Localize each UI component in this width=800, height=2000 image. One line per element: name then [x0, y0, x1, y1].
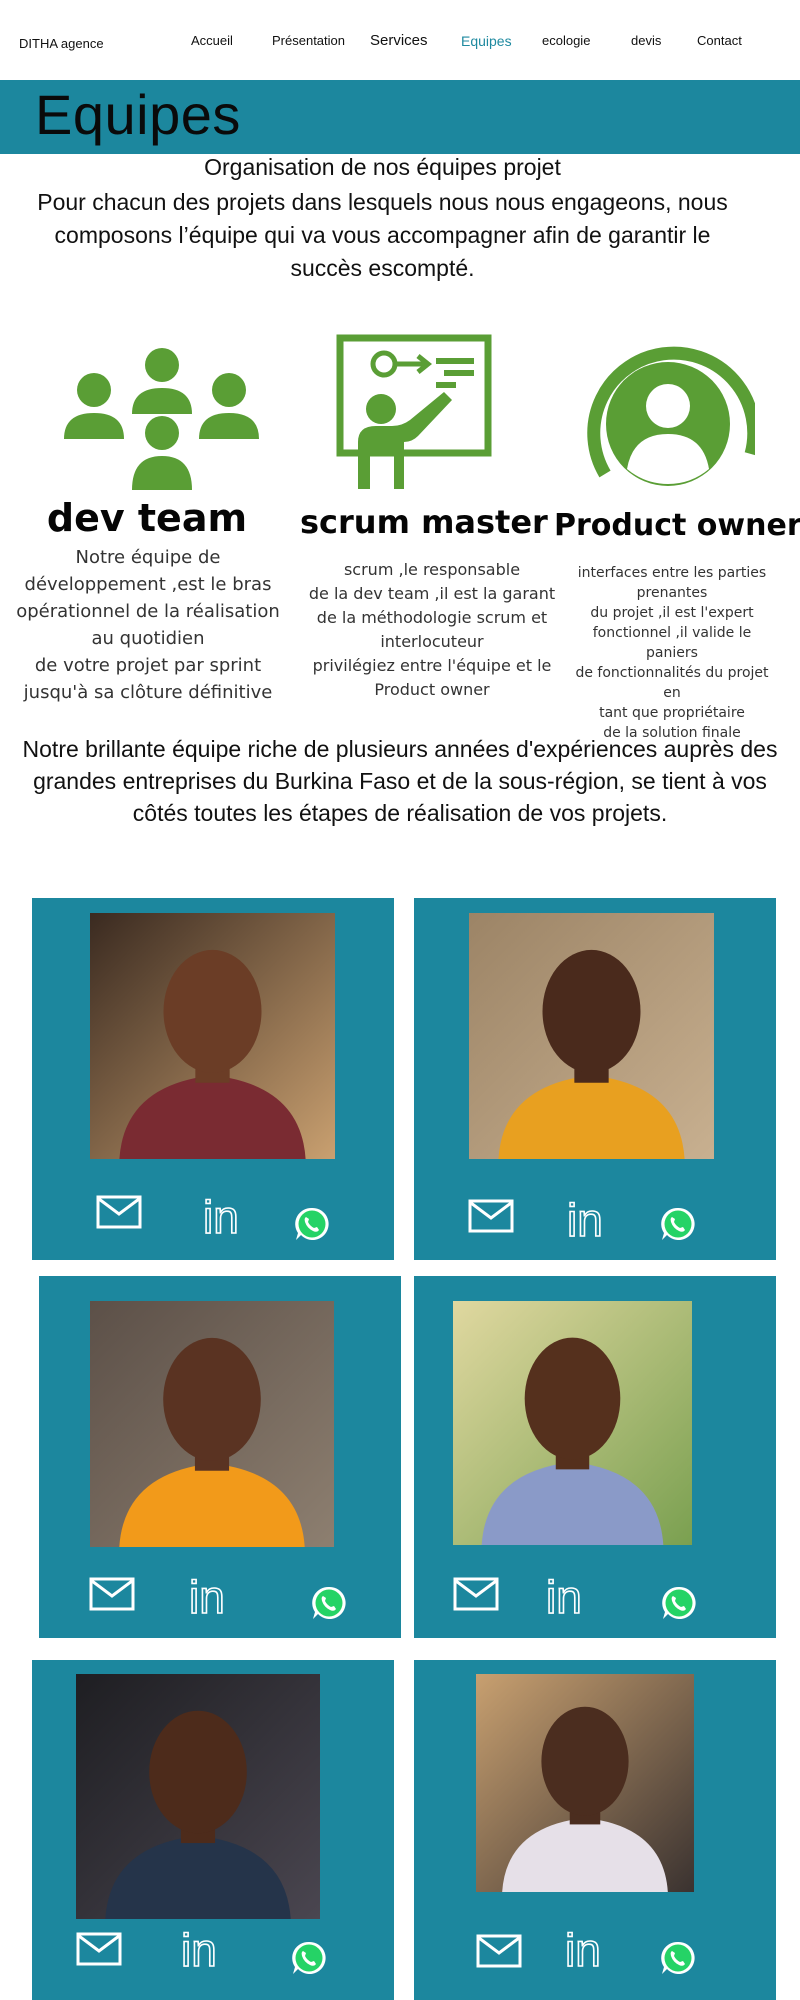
linkedin-icon[interactable]: in	[188, 1570, 239, 1624]
role-line: du projet ,il est l'expert	[590, 605, 754, 621]
mail-icon[interactable]	[476, 1934, 522, 1973]
svg-text:in: in	[565, 1926, 601, 1972]
role-line: de la dev team ,il est la garant	[308, 584, 556, 603]
whatsapp-icon[interactable]	[660, 1940, 696, 1981]
role-line: au quotidien	[91, 628, 205, 649]
mail-icon[interactable]	[89, 1577, 135, 1616]
whatsapp-icon[interactable]	[291, 1940, 327, 1981]
role-line: opérationnel de la réalisation	[16, 601, 280, 622]
role-description-dev-team: Notre équipe de développement ,est le br…	[14, 544, 282, 706]
nav-link-ecologie[interactable]: ecologie	[542, 33, 590, 48]
team-member-photo	[90, 913, 335, 1159]
role-line: de votre projet par sprint	[34, 655, 262, 676]
team-member-photo	[453, 1301, 692, 1545]
linkedin-icon[interactable]: in	[180, 1923, 231, 1977]
team-member-photo	[476, 1674, 694, 1892]
team-member-photo	[90, 1301, 334, 1547]
page-banner: Equipes	[0, 80, 800, 154]
nav-link-services[interactable]: Services	[370, 32, 428, 49]
linkedin-icon[interactable]: in	[564, 1923, 615, 1977]
presenter-icon	[336, 334, 492, 495]
whatsapp-icon[interactable]	[294, 1206, 330, 1247]
svg-text:in: in	[567, 1196, 603, 1242]
brand-name[interactable]: DITHA agence	[19, 36, 104, 51]
whatsapp-icon[interactable]	[661, 1585, 697, 1626]
nav-link-equipes[interactable]: Equipes	[461, 33, 512, 49]
svg-text:in: in	[189, 1573, 225, 1619]
whatsapp-icon[interactable]	[311, 1585, 347, 1626]
nav-link-contact[interactable]: Contact	[697, 33, 742, 48]
role-line: développement ,est le bras	[24, 574, 272, 595]
role-line: Product owner	[374, 680, 490, 699]
nav-link-accueil[interactable]: Accueil	[191, 33, 233, 48]
role-title-scrum-master: scrum master	[300, 503, 548, 541]
team-member-photo	[76, 1674, 320, 1919]
role-line: tant que propriétaire	[599, 705, 745, 721]
role-line: interlocuteur	[380, 632, 484, 651]
role-line: prenantes	[636, 585, 708, 601]
role-description-product-owner: interfaces entre les parties prenantes d…	[566, 563, 778, 743]
role-line: fonctionnel ,il valide le paniers	[592, 625, 752, 661]
top-navigation: DITHA agence Accueil Présentation Servic…	[0, 0, 800, 80]
role-line: de fonctionnalités du projet en	[575, 665, 769, 701]
page-title: Equipes	[35, 83, 241, 146]
role-line: de la méthodologie scrum et	[316, 608, 548, 627]
mail-icon[interactable]	[453, 1577, 499, 1616]
linkedin-icon[interactable]: in	[566, 1193, 617, 1247]
linkedin-icon[interactable]: in	[202, 1190, 253, 1244]
role-line: jusqu'à sa clôture définitive	[23, 682, 273, 703]
svg-text:in: in	[203, 1193, 239, 1239]
intro-paragraph: Pour chacun des projets dans lesquels no…	[37, 189, 728, 281]
linkedin-icon[interactable]: in	[545, 1570, 596, 1624]
nav-link-presentation[interactable]: Présentation	[272, 33, 345, 48]
role-title-product-owner: Product owner	[554, 508, 800, 543]
section-subtitle: Organisation de nos équipes projet	[204, 154, 561, 180]
mail-icon[interactable]	[76, 1932, 122, 1971]
svg-text:in: in	[546, 1573, 582, 1619]
user-circle-icon	[575, 334, 761, 509]
role-title-dev-team: dev team	[46, 496, 248, 540]
svg-text:in: in	[181, 1926, 217, 1972]
team-member-photo	[469, 913, 714, 1159]
mail-icon[interactable]	[468, 1199, 514, 1238]
nav-link-devis[interactable]: devis	[631, 33, 661, 48]
role-line: scrum ,le responsable	[343, 560, 521, 579]
role-description-scrum-master: scrum ,le responsable de la dev team ,il…	[302, 558, 562, 702]
whatsapp-icon[interactable]	[660, 1206, 696, 1247]
role-line: interfaces entre les parties	[577, 565, 767, 581]
team-icon	[62, 342, 262, 497]
mail-icon[interactable]	[96, 1195, 142, 1234]
team-tagline: Notre brillante équipe riche de plusieur…	[22, 736, 778, 826]
role-line: privilégiez entre l'équipe et le	[312, 656, 552, 675]
role-line: Notre équipe de	[75, 547, 221, 568]
